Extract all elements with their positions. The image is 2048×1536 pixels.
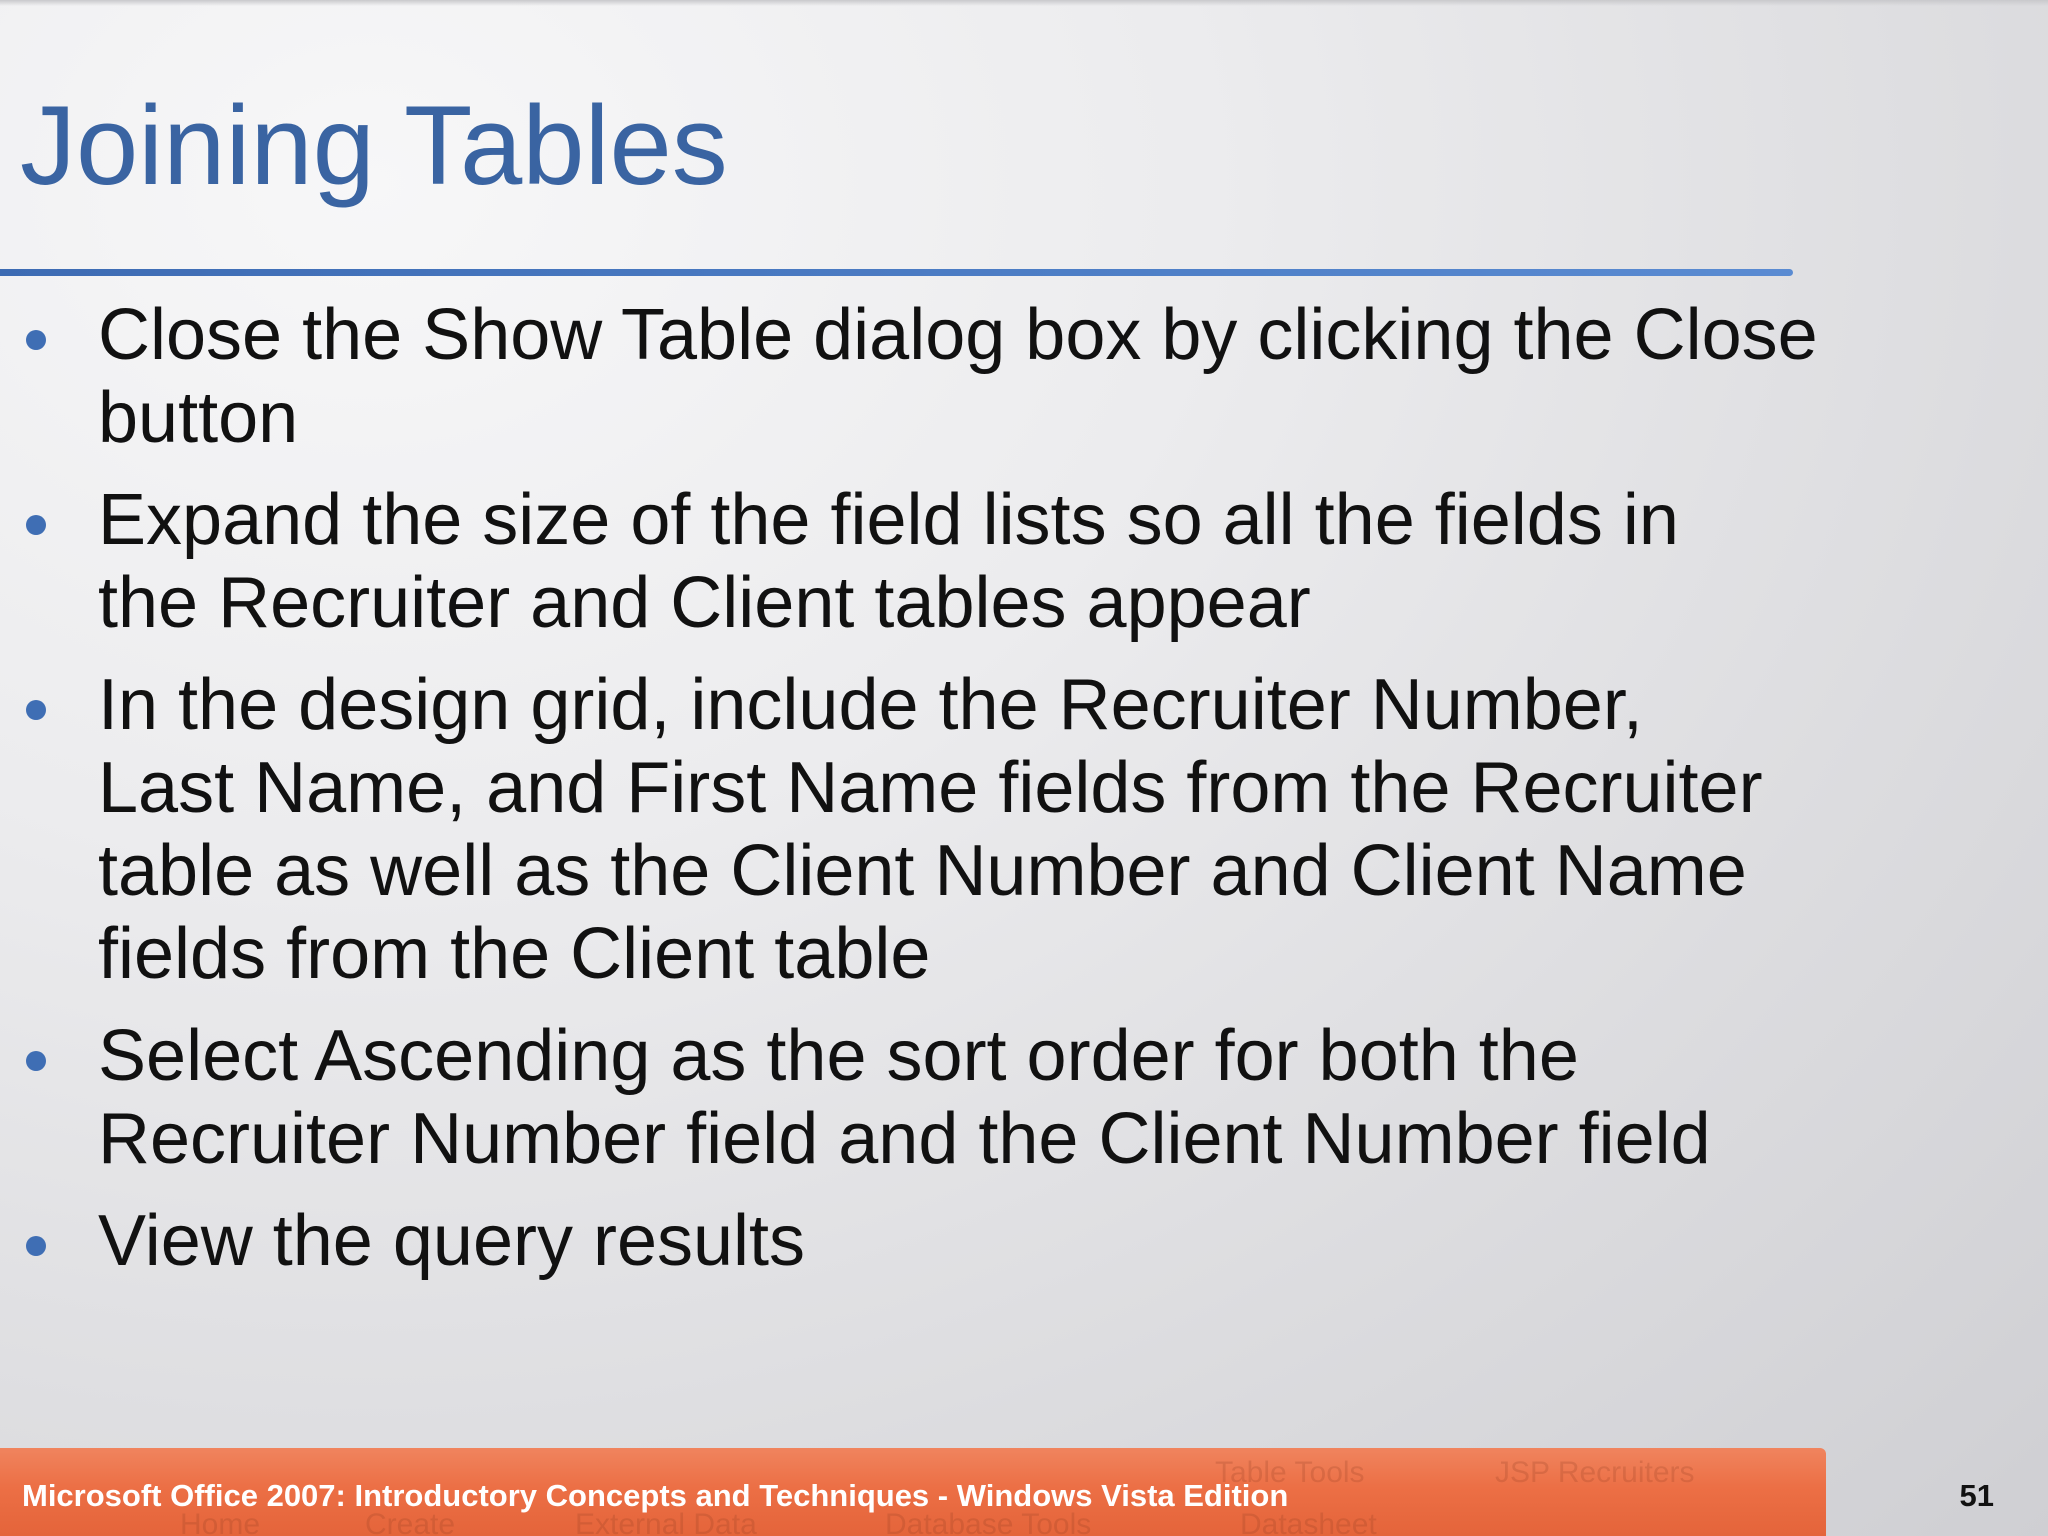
- bullet-line: table as well as the Client Number and C…: [98, 831, 1747, 911]
- bullet-item-3: In the design grid, include the Recruite…: [0, 664, 2000, 996]
- slide-title: Joining Tables: [20, 83, 728, 208]
- bullet-icon: [26, 700, 46, 720]
- bullet-icon: [26, 1051, 46, 1071]
- bullet-line: Select Ascending as the sort order for b…: [98, 1016, 1579, 1096]
- page-number: 51: [1959, 1478, 1994, 1513]
- bullet-item-2: Expand the size of the field lists so al…: [0, 479, 2000, 645]
- bullet-item-1: Close the Show Table dialog box by click…: [0, 294, 2000, 460]
- ghost-text-recruiters: JSP Recruiters: [1495, 1456, 1695, 1489]
- bullet-line: the Recruiter and Client tables appear: [98, 563, 1311, 643]
- bullet-icon: [26, 330, 46, 350]
- bullet-line: fields from the Client table: [98, 914, 931, 994]
- bullet-line: Last Name, and First Name fields from th…: [98, 748, 1763, 828]
- bullet-item-4: Select Ascending as the sort order for b…: [0, 1015, 2000, 1181]
- bullet-line: button: [98, 378, 299, 458]
- bullet-line: In the design grid, include the Recruite…: [98, 665, 1643, 745]
- bullet-line: Expand the size of the field lists so al…: [98, 480, 1679, 560]
- bullet-list: Close the Show Table dialog box by click…: [0, 294, 2000, 1302]
- bullet-icon: [26, 515, 46, 535]
- bullet-line: Recruiter Number field and the Client Nu…: [98, 1099, 1711, 1179]
- bullet-item-5: View the query results: [0, 1200, 2000, 1283]
- footer-caption: Microsoft Office 2007: Introductory Conc…: [22, 1478, 1289, 1513]
- title-divider: [0, 269, 1793, 276]
- bullet-line: Close the Show Table dialog box by click…: [98, 295, 1818, 375]
- bullet-icon: [26, 1236, 46, 1256]
- bullet-line: View the query results: [98, 1201, 806, 1281]
- top-edge-shadow: [0, 0, 2048, 6]
